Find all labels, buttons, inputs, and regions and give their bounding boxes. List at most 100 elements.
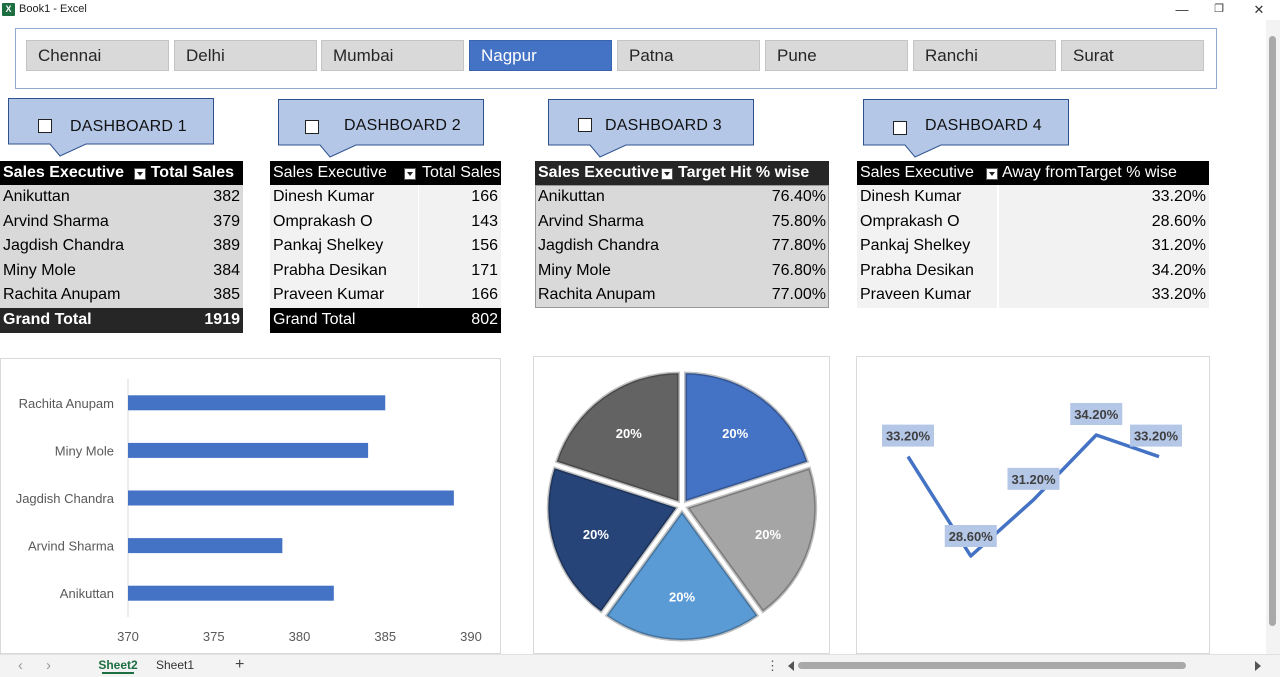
slicer-item-patna[interactable]: Patna [617,40,760,71]
pie-data-label: 20% [722,426,748,441]
close-button[interactable]: ✕ [1242,0,1276,20]
bar-chart-frame[interactable]: Anikuttan Arvind Sharma Jagdish Chandra Min… [0,358,501,654]
line-data-label: 34.20% [1074,407,1119,422]
x-tick-label: 390 [460,629,482,644]
title-bar [0,0,1280,20]
bar-category-label: Rachita Anupam [19,396,114,411]
table-row[interactable]: Dinesh Kumar 33.20% [857,185,1209,210]
filter-dropdown-icon[interactable] [134,168,146,180]
header-sales-executive: Sales Executive [860,164,974,181]
table-row[interactable]: Pankaj Shelkey 156 [270,234,501,259]
next-sheet-icon[interactable]: › [46,657,51,674]
table-row[interactable]: Omprakash O 143 [270,210,501,235]
vertical-scroll-thumb[interactable] [1269,36,1276,626]
table-row[interactable]: Praveen Kumar 33.20% [857,283,1209,308]
pie-data-label: 20% [755,527,781,542]
table-row[interactable]: Miny Mole 76.80% [535,259,829,284]
tab-sheet2[interactable]: Sheet2 [92,654,144,676]
slicer-item-pune[interactable]: Pune [765,40,908,71]
pivot-table-4: Sales Executive Away fromTarget % wise D… [857,161,1209,309]
bar-3 [128,490,454,506]
header-sales-executive: Sales Executive [273,164,387,181]
bar-2 [128,538,283,554]
dashboard-4-checkbox[interactable] [893,121,907,135]
table-row[interactable]: Arvind Sharma 75.80% [535,210,829,235]
line-data-label: 31.20% [1011,472,1056,487]
slicer-item-delhi[interactable]: Delhi [174,40,317,71]
filter-dropdown-icon[interactable] [404,168,416,180]
table-row[interactable]: Anikuttan 382 [0,185,243,210]
pie-data-label: 20% [583,527,609,542]
bar-5 [128,395,386,411]
table-row[interactable]: Pankaj Shelkey 31.20% [857,234,1209,259]
slicer-item-nagpur[interactable]: Nagpur [469,40,612,71]
horizontal-scroll-thumb[interactable] [798,662,1186,669]
line-chart-frame[interactable]: 33.20% 28.60% 31.20% 34.20% 33.20% [856,356,1210,654]
dashboard-3-label: DASHBOARD 3 [605,117,722,134]
header-total-sales: Total Sales [150,164,234,181]
slicer-item-mumbai[interactable]: Mumbai [321,40,464,71]
bar-category-label: Anikuttan [60,586,114,601]
table-row[interactable]: Rachita Anupam 385 [0,283,243,308]
dashboard-2-checkbox[interactable] [305,120,319,134]
bar-category-label: Jagdish Chandra [16,491,115,506]
table-header: Sales Executive Total Sales [0,161,243,185]
x-tick-label: 380 [289,629,311,644]
table-row[interactable]: Rachita Anupam 77.00% [535,283,829,308]
table-row[interactable]: Jagdish Chandra 389 [0,234,243,259]
table-header: Sales Executive Away fromTarget % wise [857,161,1209,185]
table-row[interactable]: Prabha Desikan 34.20% [857,259,1209,284]
slicer-item-ranchi[interactable]: Ranchi [913,40,1056,71]
table-row[interactable]: Prabha Desikan 171 [270,259,501,284]
dashboard-3-checkbox[interactable] [578,118,592,132]
prev-sheet-icon[interactable]: ‹ [18,657,23,674]
filter-dropdown-icon[interactable] [986,168,998,180]
scroll-right-icon[interactable] [1255,661,1261,671]
dashboard-4-label: DASHBOARD 4 [925,117,1042,134]
table-row[interactable]: Omprakash O 28.60% [857,210,1209,235]
add-sheet-button[interactable]: + [235,656,244,674]
table-row[interactable]: Jagdish Chandra 77.80% [535,234,829,259]
bar-category-label: Arvind Sharma [28,539,115,554]
x-tick-label: 385 [374,629,396,644]
table-row[interactable]: Praveen Kumar 166 [270,283,501,308]
pie-chart: 20% 20% 20% 20% 20% [546,371,818,642]
bar-1 [128,585,334,601]
bar-category-label: Miny Mole [55,443,114,458]
x-tick-label: 375 [203,629,225,644]
more-options-icon[interactable]: ⋮ [766,658,779,674]
x-tick-label: 370 [117,629,139,644]
window-title: Book1 - Excel [19,3,87,15]
table-row[interactable]: Arvind Sharma 379 [0,210,243,235]
tab-sheet1[interactable]: Sheet1 [150,654,200,676]
restore-button[interactable]: ❐ [1202,0,1236,20]
minimize-button[interactable]: — [1165,0,1199,20]
pivot-table-2: Sales Executive Total Sales Dinesh Kumar… [270,161,501,333]
table-header: Sales Executive Total Sales [270,161,501,185]
excel-icon: X [2,3,15,16]
dashboard-1-checkbox[interactable] [38,119,52,133]
table-header: Sales Executive Target Hit % wise [535,161,829,185]
dashboard-2-label: DASHBOARD 2 [344,117,461,134]
table-row[interactable]: Dinesh Kumar 166 [270,185,501,210]
line-data-label: 33.20% [886,429,931,444]
line-data-label: 33.20% [1134,429,1179,444]
filter-dropdown-icon[interactable] [661,168,673,180]
slicer-item-surat[interactable]: Surat [1061,40,1204,71]
pie-data-label: 20% [616,426,642,441]
header-sales-executive: Sales Executive [3,164,124,181]
line-data-label: 28.60% [949,529,994,544]
table-row[interactable]: Miny Mole 384 [0,259,243,284]
line-chart: 33.20% 28.60% 31.20% 34.20% 33.20% [882,403,1182,558]
pivot-table-1: Sales Executive Total Sales Anikuttan 382… [0,161,243,333]
grand-total-row[interactable]: Grand Total 1919 [0,308,243,333]
bar-chart: Anikuttan Arvind Sharma Jagdish Chandra Min… [16,379,482,644]
grand-total-row[interactable]: Grand Total 802 [270,308,501,333]
slicer-item-chennai[interactable]: Chennai [26,40,169,71]
pie-chart-frame[interactable]: 20% 20% 20% 20% 20% [533,356,830,654]
table-row[interactable]: Anikuttan 76.40% [535,185,829,210]
header-total-sales: Total Sales [422,164,501,181]
dashboard-1-label: DASHBOARD 1 [70,118,187,135]
header-sales-executive: Sales Executive [538,164,659,181]
scroll-left-icon[interactable] [788,661,794,671]
